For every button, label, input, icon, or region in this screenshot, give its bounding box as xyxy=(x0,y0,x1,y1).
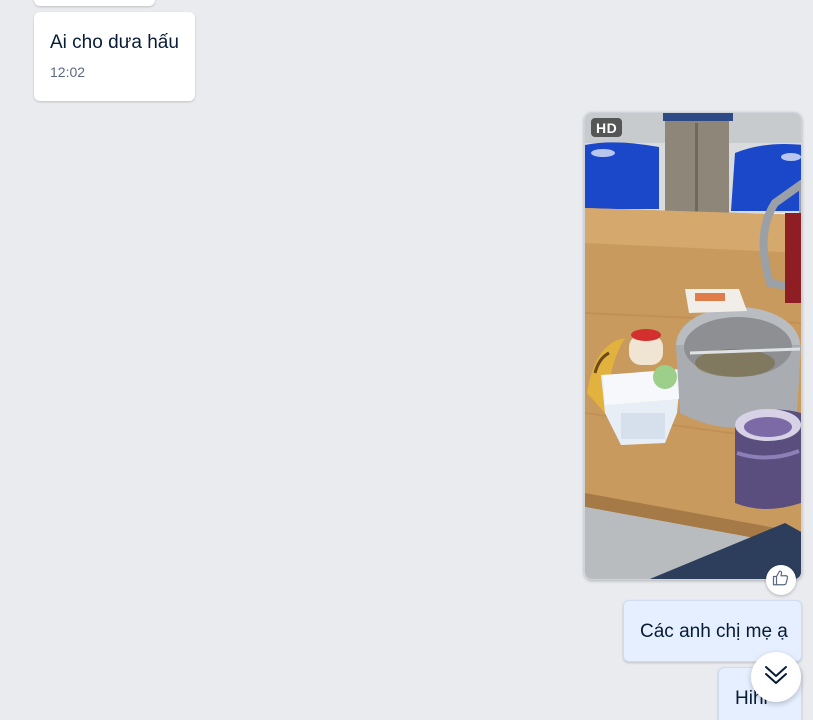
double-chevron-down-icon xyxy=(762,661,790,694)
message-text: Ai cho dưa hấu xyxy=(50,32,179,53)
reaction-button[interactable] xyxy=(766,565,796,595)
hd-badge: HD xyxy=(591,118,623,137)
previous-message-bubble[interactable] xyxy=(34,0,155,6)
message-text: Các anh chị mẹ ạ xyxy=(640,621,788,642)
photo-food-on-table xyxy=(585,113,801,579)
thumbs-up-icon xyxy=(772,569,790,592)
scroll-to-bottom-button[interactable] xyxy=(751,652,801,702)
message-time: 12:02 xyxy=(50,64,86,80)
image-message[interactable]: HD xyxy=(584,112,802,580)
chat-message-list[interactable]: Ai cho dưa hấu 12:02 HD Các anh chị mẹ ạ… xyxy=(0,0,813,720)
message-bubble-incoming[interactable]: Ai cho dưa hấu 12:02 xyxy=(34,12,195,101)
